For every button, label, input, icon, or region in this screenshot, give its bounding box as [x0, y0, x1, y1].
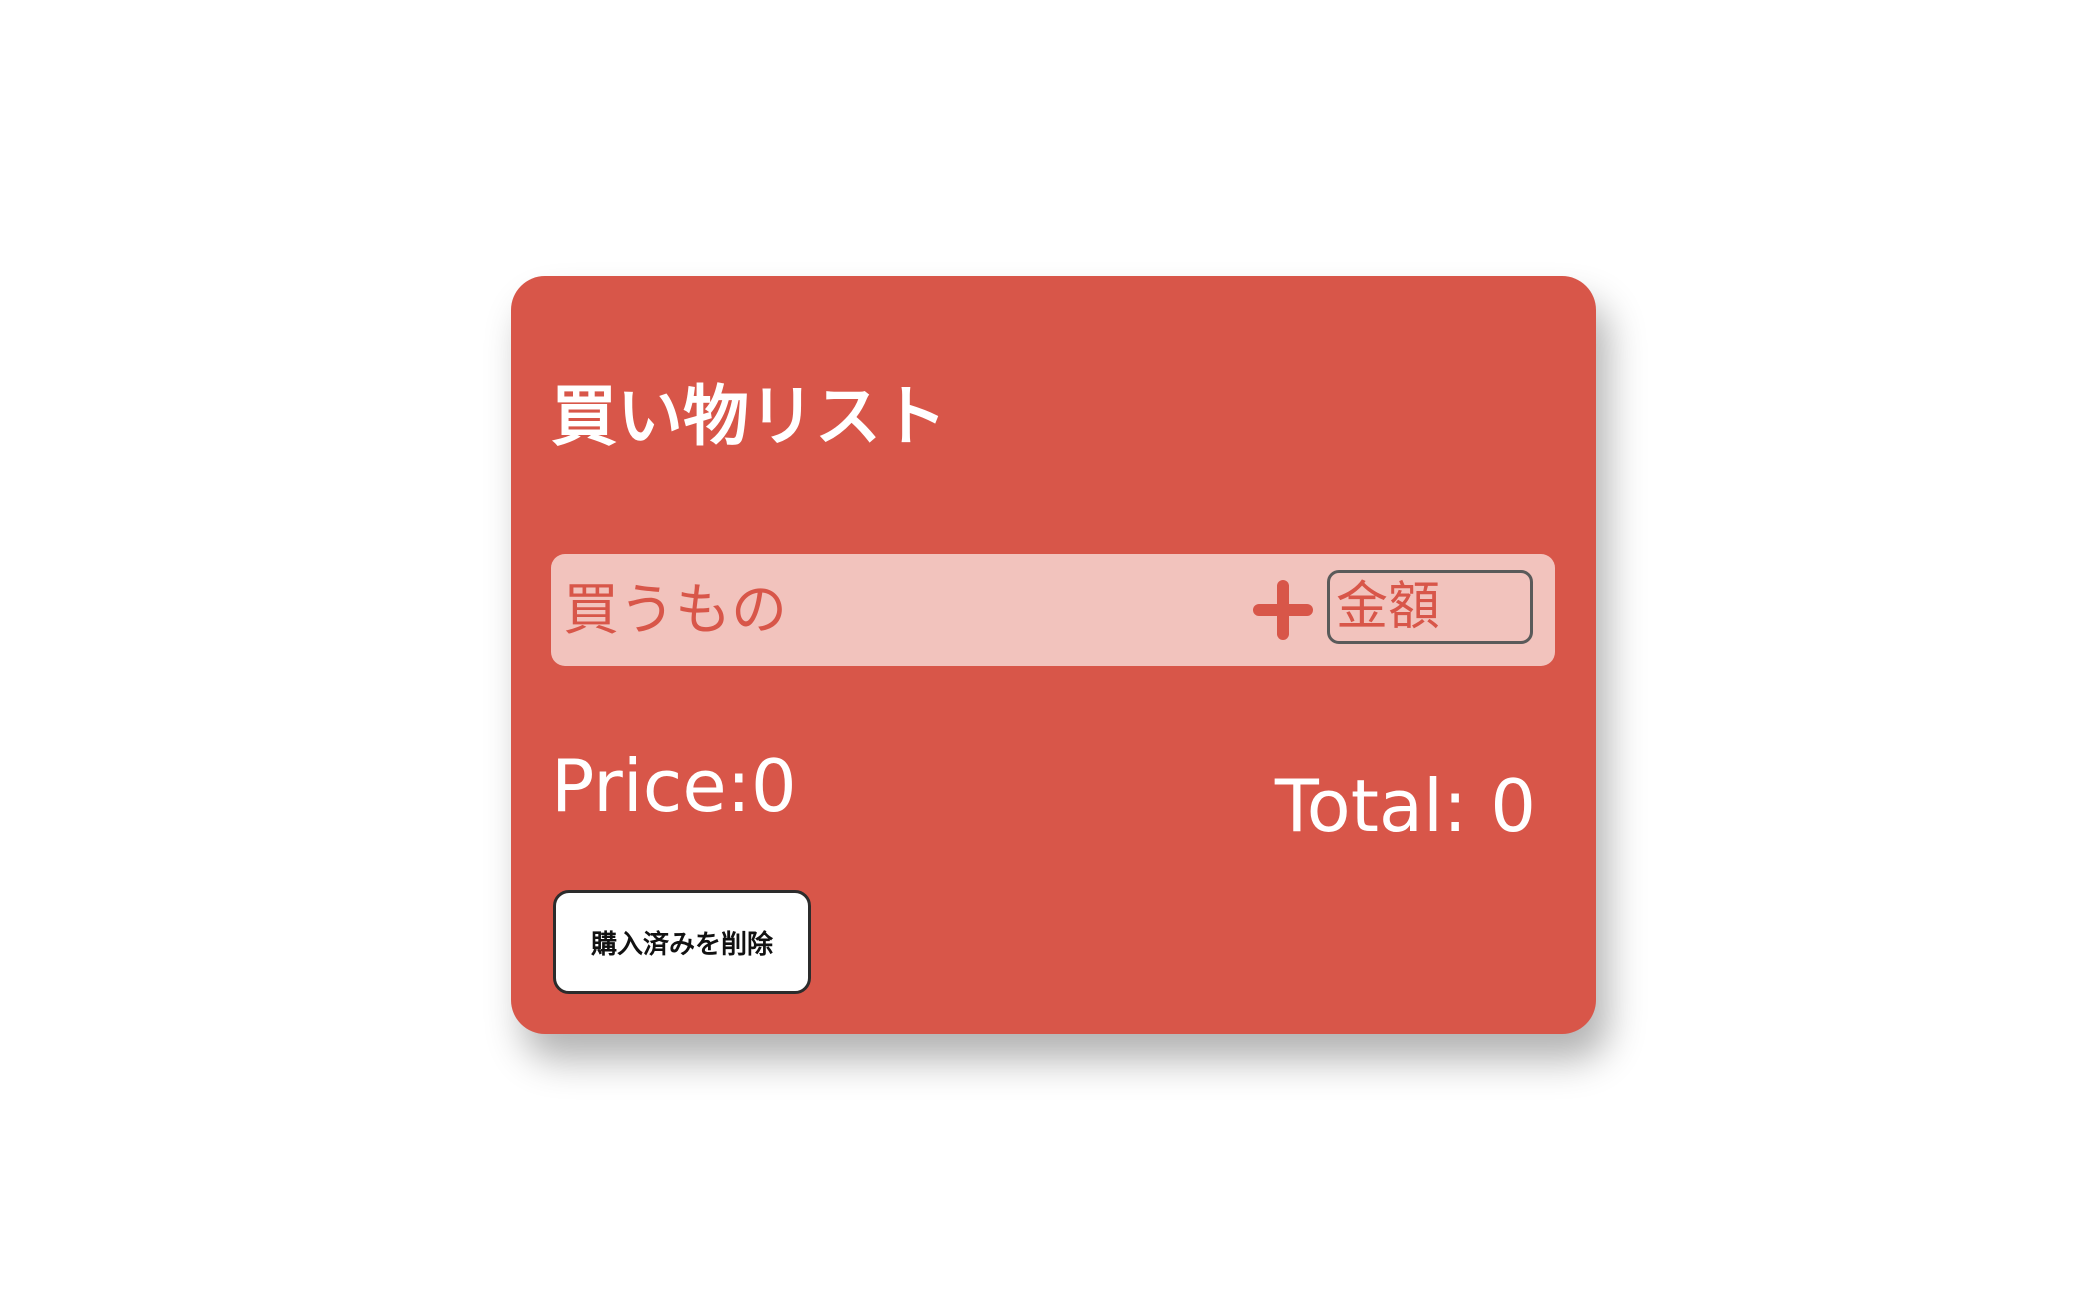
delete-purchased-button[interactable]: 購入済みを削除	[553, 890, 811, 994]
price-input[interactable]	[1327, 570, 1533, 644]
shopping-list-card: 買い物リスト Price:0 Total: 0 購入済みを削除	[511, 276, 1596, 1034]
item-name-input[interactable]	[563, 568, 1243, 652]
price-display: Price:0	[551, 744, 797, 828]
total-display: Total: 0	[1274, 764, 1536, 848]
plus-icon	[1253, 580, 1313, 640]
add-item-button[interactable]	[1251, 578, 1315, 642]
page-title: 買い物リスト	[551, 378, 947, 455]
add-item-form	[551, 554, 1555, 666]
